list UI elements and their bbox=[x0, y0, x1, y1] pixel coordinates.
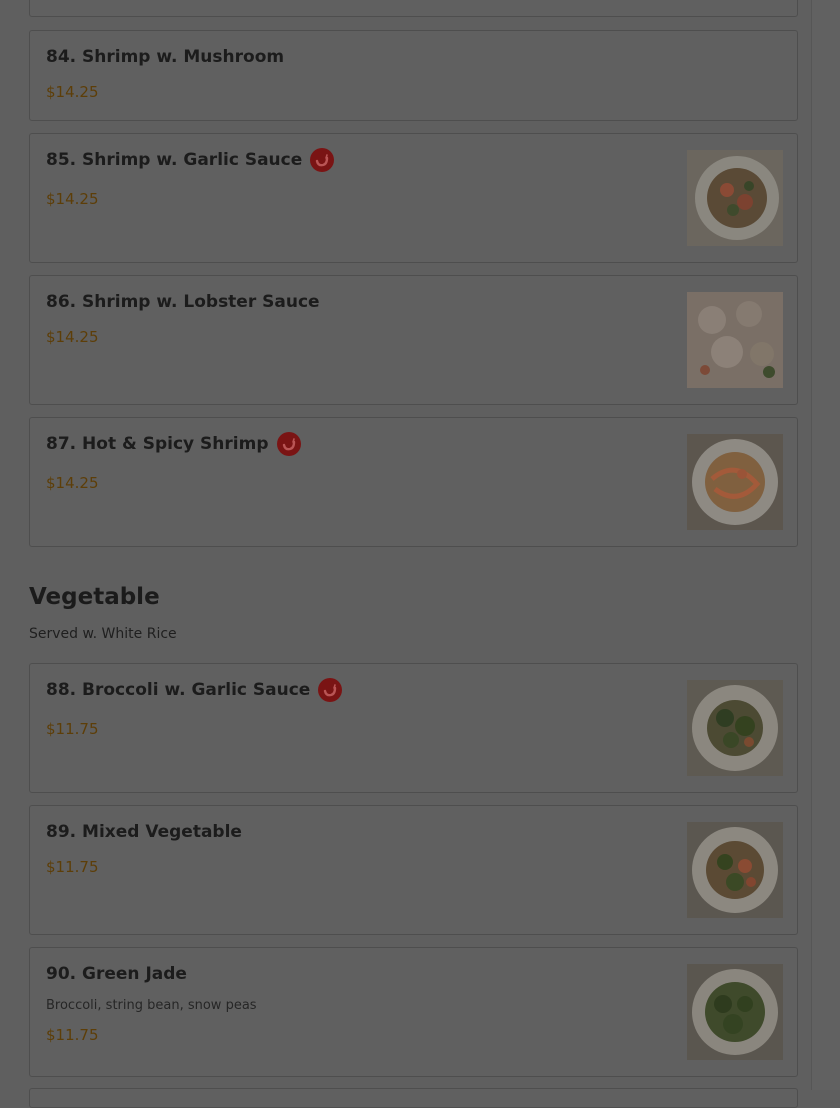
scrollbar[interactable] bbox=[811, 0, 840, 1090]
menu-item-name: 85. Shrimp w. Garlic Sauce bbox=[46, 150, 303, 170]
menu-item-name: 89. Mixed Vegetable bbox=[46, 822, 242, 842]
menu-item-name: 86. Shrimp w. Lobster Sauce bbox=[46, 292, 320, 312]
menu-item-price: $14.25 bbox=[46, 328, 99, 346]
food-photo-shrimp-garlic[interactable] bbox=[687, 150, 783, 246]
menu-item-card[interactable]: 89. Mixed Vegetable $11.75 bbox=[29, 805, 798, 935]
food-photo-shrimp-lobster[interactable] bbox=[687, 292, 783, 388]
food-photo-green-jade[interactable] bbox=[687, 964, 783, 1060]
menu-item-price: $11.75 bbox=[46, 720, 99, 738]
menu-item-card[interactable]: 87. Hot & Spicy Shrimp $14.25 bbox=[29, 417, 798, 547]
menu-item-price: $11.75 bbox=[46, 858, 99, 876]
menu-item-card[interactable]: 85. Shrimp w. Garlic Sauce $14.25 bbox=[29, 133, 798, 263]
menu-item-name: 84. Shrimp w. Mushroom bbox=[46, 47, 285, 67]
menu-item-title-row: 88. Broccoli w. Garlic Sauce bbox=[46, 678, 343, 702]
menu-item-name: 90. Green Jade bbox=[46, 964, 187, 984]
menu-item-price: $14.25 bbox=[46, 190, 99, 208]
food-photo-broccoli-garlic[interactable] bbox=[687, 680, 783, 776]
menu-item-price: $14.25 bbox=[46, 83, 99, 101]
menu-item-name: 88. Broccoli w. Garlic Sauce bbox=[46, 680, 311, 700]
section-subtitle: Served w. White Rice bbox=[29, 626, 177, 642]
menu-item-card[interactable]: 86. Shrimp w. Lobster Sauce $14.25 bbox=[29, 275, 798, 405]
spicy-pepper-icon bbox=[318, 678, 343, 702]
menu-item-title-row: 85. Shrimp w. Garlic Sauce bbox=[46, 148, 335, 172]
menu-item-name: 87. Hot & Spicy Shrimp bbox=[46, 434, 269, 454]
menu-item-card-partial[interactable] bbox=[29, 0, 798, 17]
section-title: Vegetable bbox=[29, 584, 160, 610]
menu-item-description: Broccoli, string bean, snow peas bbox=[46, 998, 257, 1013]
menu-item-card[interactable]: 88. Broccoli w. Garlic Sauce $11.75 bbox=[29, 663, 798, 793]
food-photo-mixed-vegetable[interactable] bbox=[687, 822, 783, 918]
menu-item-card[interactable]: 84. Shrimp w. Mushroom $14.25 bbox=[29, 30, 798, 121]
menu-item-card[interactable]: 90. Green Jade Broccoli, string bean, sn… bbox=[29, 947, 798, 1077]
food-photo-spicy-shrimp[interactable] bbox=[687, 434, 783, 530]
menu-item-title-row: 87. Hot & Spicy Shrimp bbox=[46, 432, 301, 456]
menu-item-price: $14.25 bbox=[46, 474, 99, 492]
menu-item-price: $11.75 bbox=[46, 1026, 99, 1044]
spicy-pepper-icon bbox=[276, 432, 301, 456]
menu-item-card-partial[interactable] bbox=[29, 1088, 798, 1108]
spicy-pepper-icon bbox=[310, 148, 335, 172]
